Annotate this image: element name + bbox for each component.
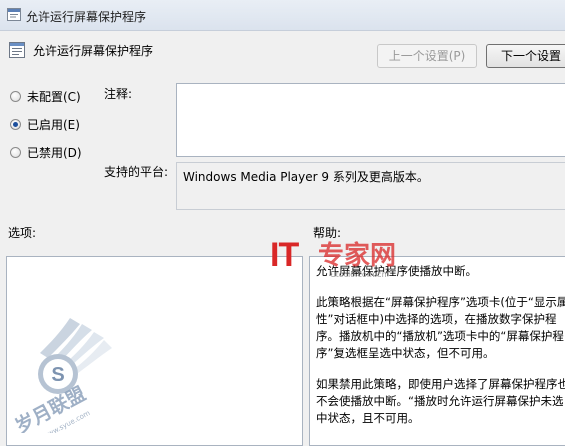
policy-name: 允许运行屏幕保护程序 — [33, 44, 154, 58]
watermark-badge: S 岁月联盟 www.syue.com — [11, 318, 112, 433]
help-paragraph: 此策略根据在“屏幕保护程序”选项卡(位于“显示属性”对话框中)中选择的选项，在播… — [316, 295, 565, 360]
comment-textarea[interactable] — [176, 83, 565, 157]
policy-setting-icon — [9, 42, 25, 58]
help-panel[interactable]: 允许屏幕保护程序使播放中断。 此策略根据在“屏幕保护程序”选项卡(位于“显示属性… — [309, 256, 565, 446]
platform-box: Windows Media Player 9 系列及更高版本。 — [176, 162, 565, 210]
window-title: 允许运行屏幕保护程序 — [26, 10, 147, 24]
watermark-it-logo: IT — [270, 236, 299, 274]
radio-enabled-label: 已启用(E) — [27, 117, 80, 132]
help-paragraph: 如果禁用此策略，即使用户选择了屏幕保护程序也不会使播放中断。“播放时允许运行屏幕… — [316, 377, 565, 425]
prev-setting-button[interactable]: 上一个设置(P) — [377, 44, 477, 68]
platform-label: 支持的平台: — [104, 165, 169, 179]
title-bar: 允许运行屏幕保护程序 — [0, 0, 565, 31]
radio-enabled-circle[interactable] — [10, 118, 21, 130]
watermark-it-url: Ctocio.com.cn — [330, 270, 387, 279]
policy-header: 允许运行屏幕保护程序 — [0, 30, 565, 78]
radio-enabled[interactable]: 已启用(E) — [10, 115, 80, 133]
comment-label: 注释: — [104, 87, 133, 101]
platform-value: Windows Media Player 9 系列及更高版本。 — [183, 170, 429, 184]
policy-window-icon — [7, 8, 21, 21]
radio-not-configured[interactable]: 未配置(C) — [10, 87, 81, 105]
next-setting-button[interactable]: 下一个设置 — [486, 44, 565, 68]
radio-disabled-circle[interactable] — [10, 146, 21, 158]
watermark-it-site: 专家网 — [318, 241, 397, 271]
options-label: 选项: — [8, 226, 37, 240]
watermark-badge-letter: S — [51, 364, 64, 386]
radio-not-configured-label: 未配置(C) — [27, 89, 81, 104]
radio-disabled[interactable]: 已禁用(D) — [10, 143, 82, 161]
radio-disabled-label: 已禁用(D) — [27, 145, 82, 160]
radio-not-configured-circle[interactable] — [10, 90, 21, 102]
